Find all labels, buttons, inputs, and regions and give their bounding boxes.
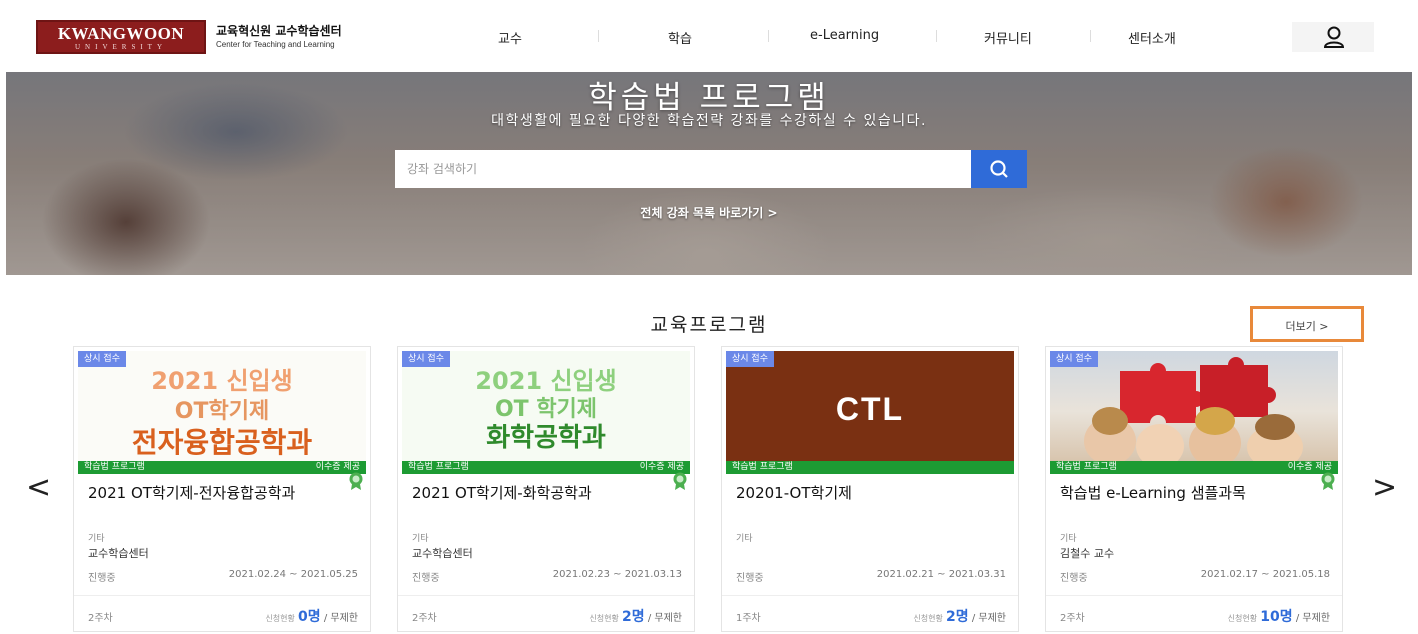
nav-learning[interactable]: 학습 [668,28,692,47]
course-thumbnail: 2021 신입생 OT학기제 전자융합공학과 상시 접수 [78,351,366,461]
search-button[interactable] [971,150,1027,188]
card-divider [722,595,1018,596]
program-category-bar: 학습법 프로그램 이수증 제공 [402,461,690,474]
thumbnail-text: 화학공학과 [486,423,606,453]
course-card[interactable]: 2021 신입생 OT 학기제 화학공학과 상시 접수 학습법 프로그램 이수증… [397,346,695,632]
program-label: 학습법 프로그램 [732,462,793,472]
application-limit: / 무제한 [971,613,1006,624]
course-period: 2021.02.23 ~ 2021.03.13 [552,569,682,580]
application-label: 신청현황 [1227,614,1258,623]
course-category: 기타 [88,534,105,544]
nav-divider [1090,30,1091,42]
site-title[interactable]: 교육혁신원 교수학습센터 [216,22,342,39]
course-period: 2021.02.21 ~ 2021.03.31 [876,569,1006,580]
course-category: 기타 [412,534,429,544]
program-label: 학습법 프로그램 [1056,462,1117,472]
card-divider [1046,595,1342,596]
course-thumbnail: CTL 상시 접수 [726,351,1014,461]
course-organizer: 김철수 교수 [1060,547,1115,560]
application-status: 신청현황 2명 / 무제한 [913,606,1006,626]
status-badge: 상시 접수 [1050,351,1098,367]
course-title[interactable]: 2021 OT학기제-화학공학과 [412,483,674,503]
course-period: 2021.02.24 ~ 2021.05.25 [228,569,358,580]
nav-about[interactable]: 센터소개 [1128,28,1176,47]
application-label: 신청현황 [913,614,943,623]
program-category-bar: 학습법 프로그램 이수증 제공 [78,461,366,474]
card-divider [74,595,370,596]
application-count: 2명 [622,609,645,625]
section-title: 교육프로그램 [650,314,768,336]
status-badge: 상시 접수 [402,351,450,367]
course-category: 기타 [1060,534,1077,544]
application-status: 신청현황 10명 / 무제한 [1228,606,1330,626]
course-title[interactable]: 20201-OT학기제 [736,483,998,503]
nav-elearning[interactable]: e-Learning [810,28,879,43]
course-weeks: 2주차 [1060,613,1085,624]
user-button[interactable] [1292,22,1374,52]
nav-community[interactable]: 커뮤니티 [984,28,1032,47]
application-label: 신청현황 [589,614,619,623]
logo-sub-text: UNIVERSITY [75,43,167,51]
program-category-bar: 학습법 프로그램 [726,461,1014,474]
course-weeks: 1주차 [736,613,761,624]
application-count: 2명 [946,609,969,625]
application-status: 신청현황 0명 / 무제한 [265,606,358,626]
more-button-label: 더보기 > [1285,320,1329,333]
application-count: 10명 [1260,609,1293,625]
carousel-prev-button[interactable]: < [26,470,51,505]
application-status: 신청현황 2명 / 무제한 [589,606,682,626]
application-limit: / 무제한 [647,613,682,624]
site-header: KWANGWOON UNIVERSITY 교육혁신원 교수학습센터 Center… [0,0,1418,72]
course-weeks: 2주차 [88,613,113,624]
certificate-ribbon-icon [673,472,687,490]
card-divider [398,595,694,596]
certificate-ribbon-icon [1321,472,1335,490]
course-weeks: 2주차 [412,613,437,624]
status-badge: 상시 접수 [726,351,774,367]
status-badge: 상시 접수 [78,351,126,367]
course-title[interactable]: 학습법 e-Learning 샘플과목 [1060,483,1322,503]
all-courses-link[interactable]: 전체 강좌 목록 바로가기 > [6,204,1412,221]
thumbnail-text: CTL [835,391,905,427]
program-label: 학습법 프로그램 [408,462,469,472]
user-icon [1324,26,1344,48]
application-limit: / 무제한 [1295,613,1330,624]
course-category: 기타 [736,534,753,544]
course-status: 진행중 [88,573,116,584]
course-organizer: 교수학습센터 [412,547,473,560]
application-label: 신청현황 [265,614,295,623]
course-thumbnail: 상시 접수 [1050,351,1338,461]
program-category-bar: 학습법 프로그램 이수증 제공 [1050,461,1338,474]
nav-divider [936,30,937,42]
nav-divider [768,30,769,42]
carousel-next-button[interactable]: > [1372,470,1397,505]
course-status: 진행중 [412,573,440,584]
course-card[interactable]: 상시 접수 학습법 프로그램 이수증 제공 학습법 e-Learning 샘플과… [1045,346,1343,632]
application-limit: / 무제한 [323,613,358,624]
program-label: 학습법 프로그램 [84,462,145,472]
course-organizer: 교수학습센터 [88,547,149,560]
course-status: 진행중 [736,573,764,584]
course-status: 진행중 [1060,573,1088,584]
nav-divider [598,30,599,42]
hero-banner: 학습법 프로그램 대학생활에 필요한 다양한 학습전략 강좌를 수강하실 수 있… [6,72,1412,275]
course-card[interactable]: CTL 상시 접수 학습법 프로그램 20201-OT학기제 기타 진행중 20… [721,346,1019,632]
university-logo[interactable]: KWANGWOON UNIVERSITY [36,20,206,54]
students-puzzle-image [1084,357,1303,461]
course-title[interactable]: 2021 OT학기제-전자융합공학과 [88,483,350,503]
certificate-ribbon-icon [349,472,363,490]
site-subtitle: Center for Teaching and Learning [216,40,335,49]
course-period: 2021.02.17 ~ 2021.05.18 [1200,569,1330,580]
logo-main-text: KWANGWOON [57,24,185,43]
more-button[interactable]: 더보기 > [1250,306,1364,342]
course-thumbnail: 2021 신입생 OT 학기제 화학공학과 상시 접수 [402,351,690,461]
application-count: 0명 [298,609,321,625]
thumbnail-text: 전자융합공학과 [131,426,313,459]
search-icon [990,160,1008,178]
nav-professor[interactable]: 교수 [498,28,522,47]
hero-subtitle: 대학생활에 필요한 다양한 학습전략 강좌를 수강하실 수 있습니다. [491,113,927,129]
course-card[interactable]: 2021 신입생 OT학기제 전자융합공학과 상시 접수 학습법 프로그램 이수… [73,346,371,632]
course-search-input[interactable] [395,150,975,188]
